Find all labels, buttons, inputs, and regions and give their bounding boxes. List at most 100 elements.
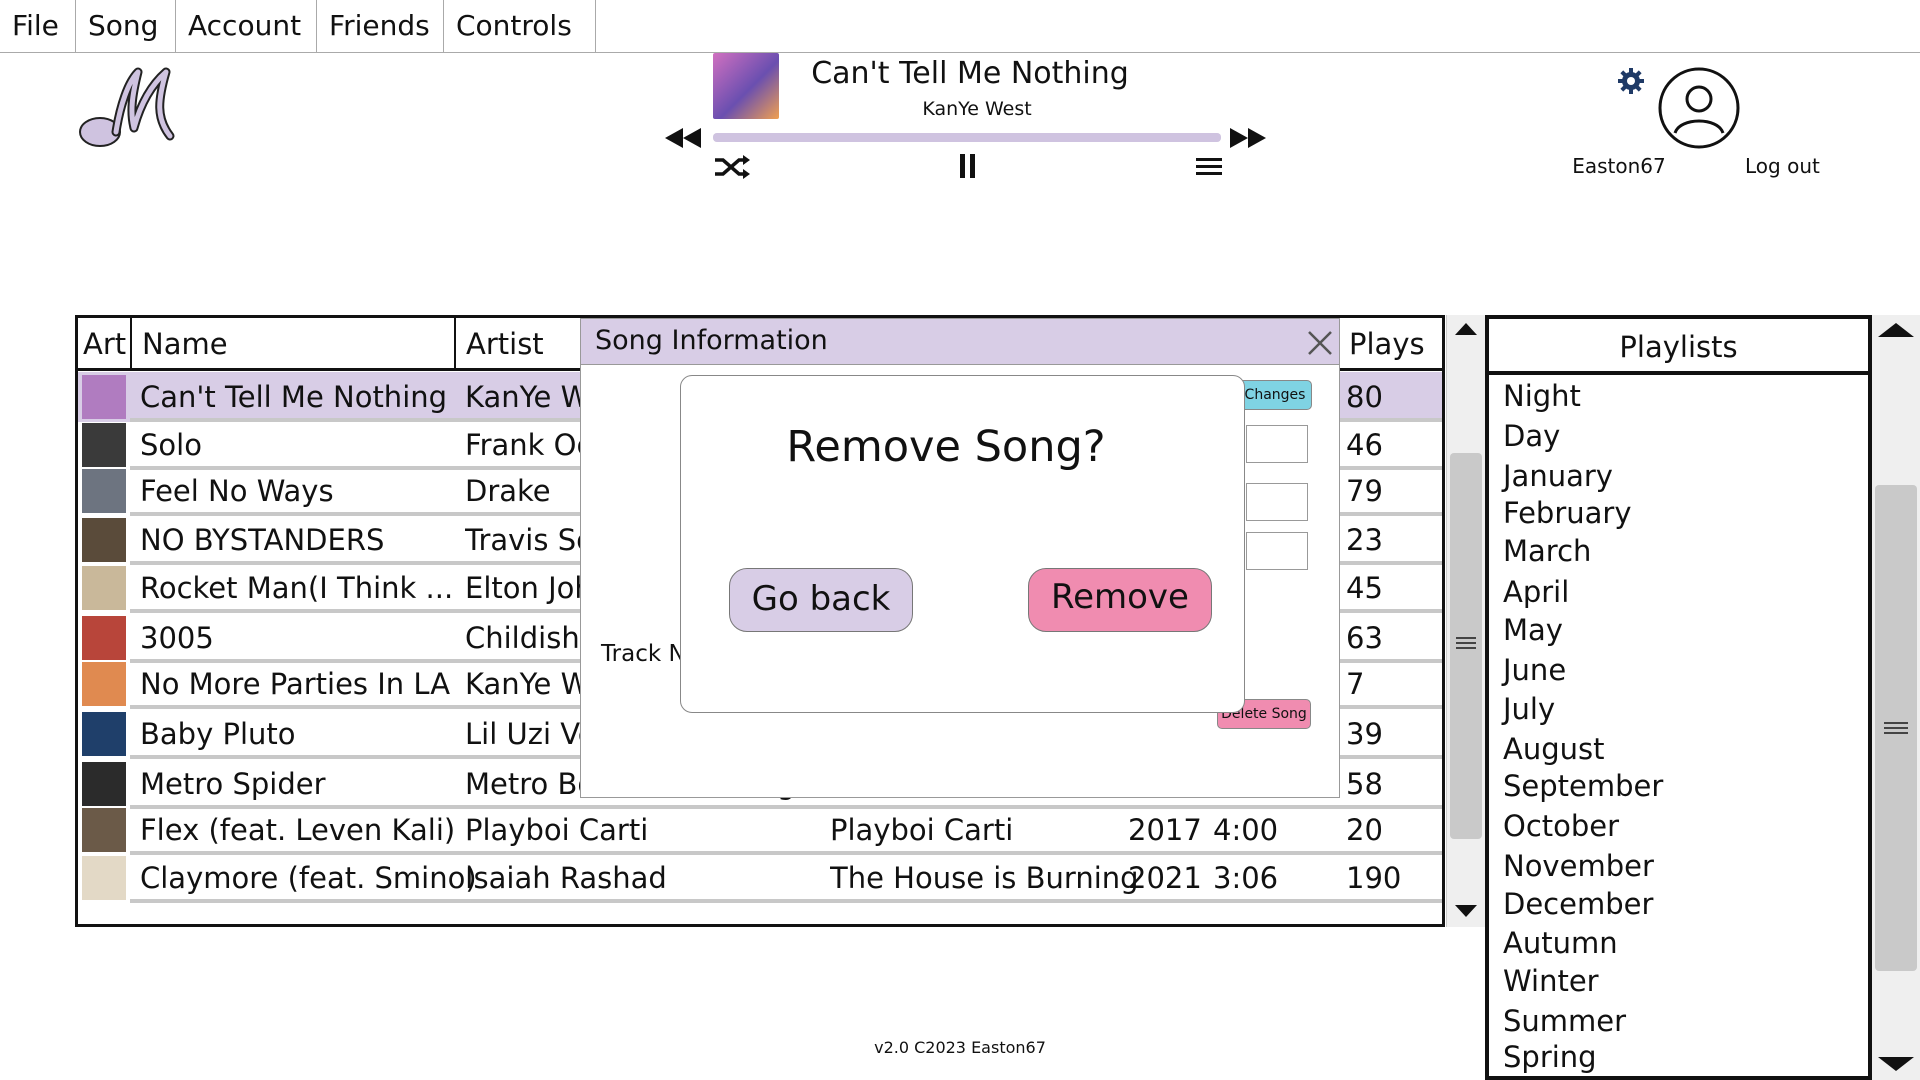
playlist-item[interactable]: Autumn [1503,926,1618,960]
grip-icon [1456,637,1476,649]
song-artist: Frank Oc [465,428,593,462]
album-art-thumbnail [82,662,126,706]
album-art-thumbnail [82,518,126,562]
song-name: 3005 [140,621,214,655]
queue-icon[interactable] [1195,155,1223,177]
menu-bar: File Song Account Friends Controls [0,0,1920,53]
pause-icon[interactable] [958,152,978,180]
go-back-button[interactable]: Go back [729,568,913,632]
close-icon[interactable] [1306,329,1334,357]
playlist-item[interactable]: Winter [1503,964,1599,998]
song-artist: Childish [465,621,580,655]
playlists-scrollbar[interactable] [1872,315,1920,1080]
playlist-item[interactable]: March [1503,534,1591,568]
song-plays: 58 [1346,767,1383,801]
song-name: Rocket Man(I Think ... [140,571,454,605]
song-artist: Drake [465,474,551,508]
menu-account[interactable]: Account [176,0,317,52]
shuffle-icon[interactable] [713,154,751,180]
song-artist: KanYe W [465,667,590,701]
settings-gear-icon[interactable] [1617,67,1645,95]
playlist-item[interactable]: Night [1503,379,1581,413]
song-artist: Travis Sc [465,523,593,557]
song-plays: 23 [1346,523,1383,557]
scroll-up-arrow-icon[interactable] [1453,321,1479,337]
playlist-item[interactable]: December [1503,887,1653,921]
info-field[interactable] [1246,425,1308,463]
table-row[interactable]: Claymore (feat. Smino) Isaiah Rashad The H… [78,853,1442,903]
song-plays: 190 [1346,861,1402,895]
progress-fill [713,133,1221,142]
username: Easton67 [1572,154,1666,178]
playlist-item[interactable]: Spring [1503,1040,1597,1074]
remove-song-confirm: Remove Song? Go back Remove [680,375,1245,713]
playlist-item[interactable]: September [1503,769,1663,803]
playlists-scroll-down-icon[interactable] [1876,1055,1916,1073]
table-scrollbar-thumb[interactable] [1450,453,1482,839]
album-art-thumbnail [82,762,126,806]
playlist-item[interactable]: November [1503,849,1654,883]
menu-file[interactable]: File [0,0,76,52]
album-art-thumbnail [82,856,126,900]
menu-song[interactable]: Song [76,0,176,52]
column-header-plays[interactable]: Plays [1339,318,1442,371]
playlist-item[interactable]: Summer [1503,1004,1626,1038]
playlist-item[interactable]: Day [1503,419,1560,453]
playlist-item[interactable]: October [1503,809,1619,843]
playlist-item[interactable]: April [1503,575,1569,609]
dialog-title: Song Information [595,325,828,356]
song-plays: 79 [1346,474,1383,508]
menu-friends[interactable]: Friends [317,0,444,52]
playlists-header: Playlists [1489,319,1868,375]
menu-controls[interactable]: Controls [444,0,596,52]
song-artist: Elton Joh [465,571,593,605]
song-length: 4:00 [1213,813,1279,847]
album-art-thumbnail [82,423,126,467]
song-plays: 20 [1346,813,1383,847]
playlist-item[interactable]: July [1503,692,1555,726]
song-artist: KanYe W [465,380,590,414]
song-artist: Playboi Carti [465,813,649,847]
save-changes-button[interactable]: Changes [1238,380,1312,410]
scroll-down-arrow-icon[interactable] [1453,903,1479,919]
previous-icon[interactable] [663,126,703,150]
playlist-item[interactable]: May [1503,613,1563,647]
song-plays: 39 [1346,717,1383,751]
song-name: NO BYSTANDERS [140,523,385,557]
version-footer: v2.0 C2023 Easton67 [874,1038,1046,1057]
progress-track[interactable] [713,133,1221,142]
song-year: 2017 [1128,813,1202,847]
confirm-question: Remove Song? [786,422,1106,472]
album-art-thumbnail [82,616,126,660]
table-row[interactable]: Flex (feat. Leven Kali) Playboi Carti Play… [78,805,1442,855]
song-plays: 63 [1346,621,1383,655]
info-field[interactable] [1246,532,1308,570]
logout-link[interactable]: Log out [1745,154,1820,178]
column-header-name[interactable]: Name [132,318,456,371]
playlist-item[interactable]: June [1503,653,1566,687]
next-icon[interactable] [1228,126,1268,150]
album-art-thumbnail [82,566,126,610]
song-name: Solo [140,428,202,462]
playlist-item[interactable]: August [1503,732,1605,766]
app-logo [79,67,175,147]
song-name: Baby Pluto [140,717,296,751]
song-plays: 46 [1346,428,1383,462]
album-art-thumbnail [82,469,126,513]
playlist-item[interactable]: January [1503,459,1613,493]
song-name: Claymore (feat. Smino) [140,861,477,895]
playlists-scrollbar-thumb[interactable] [1875,485,1917,971]
playlists-scroll-up-icon[interactable] [1876,321,1916,339]
column-header-art[interactable]: Art [78,318,132,371]
playlist-item[interactable]: February [1503,496,1632,530]
table-scrollbar[interactable] [1446,315,1485,927]
album-art-thumbnail [82,808,126,852]
now-playing-artist: KanYe West [922,98,1032,120]
song-artist: Lil Uzi Ve [465,717,596,751]
info-field[interactable] [1246,483,1308,521]
song-name: Flex (feat. Leven Kali) [140,813,456,847]
song-album: The House is Burning [830,861,1139,895]
song-album: Playboi Carti [830,813,1014,847]
remove-button[interactable]: Remove [1028,568,1212,632]
avatar-icon[interactable] [1658,67,1740,149]
